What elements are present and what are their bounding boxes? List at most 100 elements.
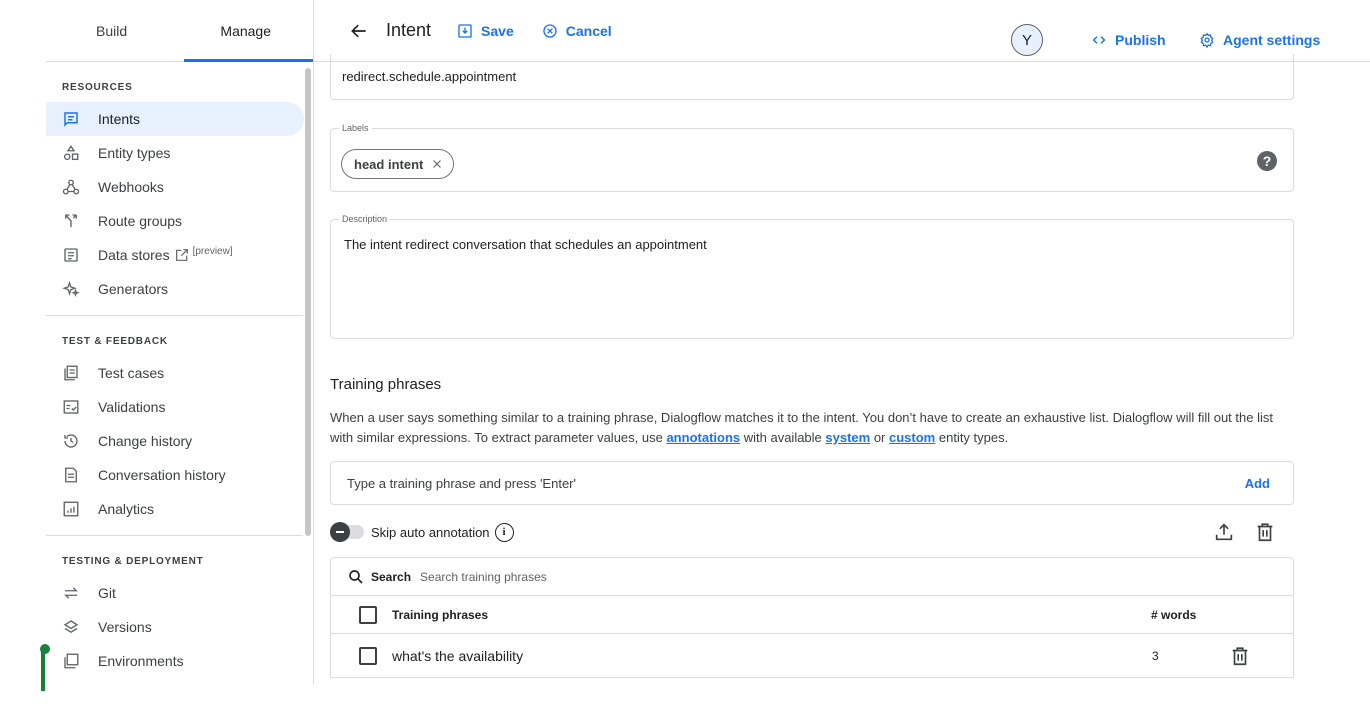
desc-text-2: with available <box>740 430 826 445</box>
cancel-button[interactable]: Cancel <box>542 23 612 39</box>
select-all-checkbox[interactable] <box>359 605 377 624</box>
add-button[interactable]: Add <box>1245 476 1270 491</box>
preview-tag: [preview] <box>192 245 233 257</box>
tab-build[interactable]: Build <box>46 0 184 61</box>
back-button[interactable] <box>348 20 370 42</box>
search-row: Search <box>331 558 1293 596</box>
sidebar-item-label: Generators <box>98 281 169 297</box>
sidebar: Build Manage RESOURCES Intents Entity ty… <box>46 0 314 684</box>
description-label: Description <box>339 214 391 224</box>
analytics-icon <box>60 498 82 520</box>
sidebar-item-intents[interactable]: Intents <box>46 102 304 136</box>
sidebar-item-label: Entity types <box>98 145 171 161</box>
skip-auto-annotation-toggle[interactable] <box>330 522 364 542</box>
custom-link[interactable]: custom <box>889 430 935 445</box>
training-phrase-input[interactable]: Type a training phrase and press 'Enter'… <box>330 461 1294 505</box>
validations-icon <box>60 396 82 418</box>
top-bar: Intent Save Cancel Y Publish Agent setti… <box>314 0 1370 62</box>
row-checkbox[interactable] <box>359 646 377 665</box>
versions-icon <box>60 616 82 638</box>
sidebar-item-label: Change history <box>98 433 193 449</box>
sidebar-item-data-stores[interactable]: Data stores [preview] <box>46 238 304 272</box>
conversation-history-icon <box>60 464 82 486</box>
column-header-words: # words <box>1151 607 1197 622</box>
save-button[interactable]: Save <box>457 23 514 39</box>
publish-button[interactable]: Publish <box>1091 32 1166 48</box>
display-name-value: redirect.schedule.appointment <box>342 69 517 84</box>
section-title-test-feedback: TEST & FEEDBACK <box>62 336 168 347</box>
gear-icon <box>1200 32 1214 48</box>
sidebar-item-validations[interactable]: Validations <box>46 390 304 424</box>
sidebar-item-environments[interactable]: Environments <box>46 644 304 678</box>
chip-label: head intent <box>354 156 424 172</box>
row-phrase[interactable]: what's the availability <box>392 648 523 664</box>
description-value: The intent redirect conversation that sc… <box>344 237 707 252</box>
sidebar-item-analytics[interactable]: Analytics <box>46 492 304 526</box>
label-chip[interactable]: head intent <box>341 149 455 179</box>
environments-icon <box>60 650 82 672</box>
sidebar-item-label: Analytics <box>98 501 155 517</box>
section-title-testing-deployment: TESTING & DEPLOYMENT <box>62 556 204 567</box>
sidebar-item-label: Data stores <box>98 247 170 263</box>
sidebar-item-label: Versions <box>98 619 152 635</box>
info-icon[interactable]: i <box>494 522 514 542</box>
avatar[interactable]: Y <box>1011 24 1043 56</box>
history-icon <box>60 430 82 452</box>
save-label: Save <box>481 22 514 39</box>
sidebar-tabs: Build Manage <box>46 0 313 62</box>
sidebar-item-label: Conversation history <box>98 467 226 483</box>
sidebar-item-entity-types[interactable]: Entity types <box>46 136 304 170</box>
tab-manage[interactable]: Manage <box>183 0 314 62</box>
sidebar-item-webhooks[interactable]: Webhooks <box>46 170 304 204</box>
training-phrase-placeholder: Type a training phrase and press 'Enter' <box>347 475 576 491</box>
arrow-back-icon <box>351 24 366 37</box>
training-phrases-description: When a user says something similar to a … <box>330 408 1294 448</box>
search-label: Search <box>371 569 412 584</box>
search-input[interactable] <box>420 569 821 584</box>
search-icon <box>349 569 363 584</box>
section-title-resources: RESOURCES <box>62 82 133 93</box>
sidebar-item-route-groups[interactable]: Route groups <box>46 204 304 238</box>
system-link[interactable]: system <box>825 430 870 445</box>
table-row[interactable]: what's the availability 3 <box>331 634 1293 678</box>
green-marker <box>40 644 50 691</box>
desc-text-4: entity types. <box>935 430 1009 445</box>
skip-auto-annotation-label: Skip auto annotation <box>371 524 490 540</box>
labels-field[interactable]: Labels head intent ? <box>330 123 1294 192</box>
data-stores-icon <box>60 244 82 266</box>
test-cases-icon <box>60 362 82 384</box>
sidebar-scrollbar[interactable] <box>305 68 311 536</box>
sidebar-item-label: Webhooks <box>98 179 164 195</box>
upload-icon[interactable] <box>1213 521 1235 543</box>
close-icon[interactable] <box>431 158 443 170</box>
sidebar-item-label: Git <box>98 585 116 601</box>
sidebar-item-change-history[interactable]: Change history <box>46 424 304 458</box>
save-icon <box>458 23 472 38</box>
sidebar-item-conversation-history[interactable]: Conversation history <box>46 458 304 492</box>
entity-types-icon <box>60 142 82 164</box>
toggle-knob <box>330 522 350 542</box>
skip-auto-annotation-row: Skip auto annotation i <box>330 520 1294 544</box>
route-groups-icon <box>60 210 82 232</box>
column-header-phrases: Training phrases <box>392 607 489 622</box>
display-name-field[interactable]: redirect.schedule.appointment <box>330 54 1294 100</box>
help-icon[interactable]: ? <box>1257 151 1277 171</box>
description-field[interactable]: Description The intent redirect conversa… <box>330 214 1294 339</box>
sidebar-item-generators[interactable]: Generators <box>46 272 304 306</box>
agent-settings-button[interactable]: Agent settings <box>1199 32 1320 48</box>
row-word-count: 3 <box>1152 648 1159 663</box>
sidebar-item-versions[interactable]: Versions <box>46 610 304 644</box>
sidebar-item-label: Validations <box>98 399 166 415</box>
table-header-row: Training phrases # words <box>331 596 1293 634</box>
sidebar-item-label: Intents <box>98 111 141 127</box>
delete-row-icon[interactable] <box>1229 645 1251 667</box>
open-in-new-icon[interactable] <box>174 247 190 263</box>
sidebar-item-git[interactable]: Git <box>46 576 304 610</box>
annotations-link[interactable]: annotations <box>666 430 740 445</box>
page-title: Intent <box>386 20 432 40</box>
delete-icon[interactable] <box>1254 521 1276 543</box>
sidebar-item-label: Environments <box>98 653 184 669</box>
sidebar-item-test-cases[interactable]: Test cases <box>46 356 304 390</box>
sidebar-item-label: Test cases <box>98 365 165 381</box>
cancel-icon <box>543 23 557 38</box>
